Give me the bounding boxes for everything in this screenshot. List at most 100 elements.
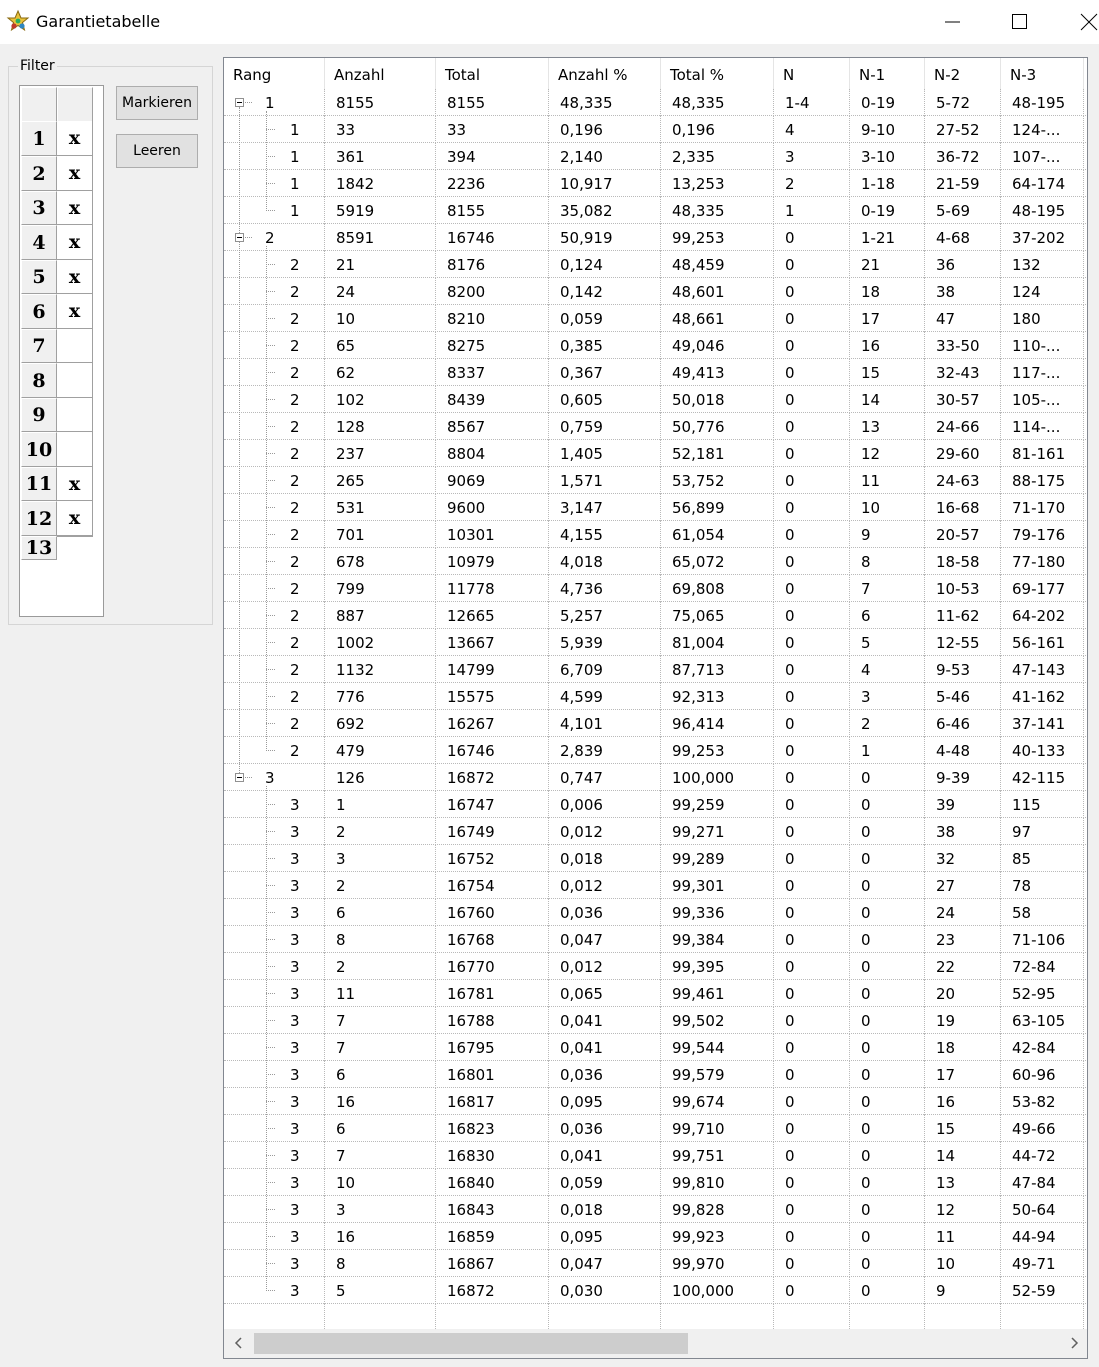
column-header[interactable]: N — [774, 58, 850, 91]
column-header[interactable]: Total — [436, 58, 549, 91]
column-header[interactable]: N-1 — [850, 58, 925, 91]
filter-row-mark[interactable]: x — [57, 467, 93, 501]
minimize-button[interactable] — [928, 0, 974, 44]
maximize-button[interactable] — [996, 0, 1042, 44]
column-header[interactable]: N-3 — [1001, 58, 1084, 91]
table-row[interactable]: 2 265 9069 1,571 53,752 0 11 24-63 88-175 — [224, 467, 1087, 494]
table-row[interactable]: 3 2 16749 0,012 99,271 0 0 38 97 — [224, 818, 1087, 845]
column-header[interactable]: Anzahl % — [549, 58, 661, 91]
filter-row-mark[interactable]: x — [57, 156, 93, 191]
scroll-right-icon[interactable] — [1066, 1335, 1082, 1351]
table-row[interactable]: 2 479 16746 2,839 99,253 0 1 4-48 40-133 — [224, 737, 1087, 764]
table-row[interactable]: 3 2 16770 0,012 99,395 0 0 22 72-84 — [224, 953, 1087, 980]
table-row[interactable]: 2 62 8337 0,367 49,413 0 15 32-43 117-... — [224, 359, 1087, 386]
table-row[interactable]: 2 887 12665 5,257 75,065 0 6 11-62 64-202 — [224, 602, 1087, 629]
filter-row-number[interactable]: 1 — [21, 121, 57, 156]
guarantee-table[interactable]: Rang Anzahl Total Anzahl % Total % N N-1 N-2 N-3… — [223, 57, 1088, 1359]
table-row[interactable]: 3 6 16801 0,036 99,579 0 0 17 60-96 — [224, 1061, 1087, 1088]
column-header[interactable]: Rang — [224, 58, 325, 91]
scrollbar-thumb[interactable] — [254, 1333, 688, 1354]
table-row[interactable]: 3 16 16859 0,095 99,923 0 0 11 44-94 — [224, 1223, 1087, 1250]
filter-row-number[interactable]: 2 — [21, 156, 57, 191]
table-row[interactable]: 2 799 11778 4,736 69,808 0 7 10-53 69-177 — [224, 575, 1087, 602]
table-row[interactable]: 2 10 8210 0,059 48,661 0 17 47 180 — [224, 305, 1087, 332]
filter-row-number[interactable]: 8 — [21, 363, 57, 398]
table-row[interactable]: 1 1842 2236 10,917 13,253 2 1-18 21-59 64-174 — [224, 170, 1087, 197]
filter-row-mark[interactable] — [57, 398, 93, 432]
table-row[interactable]: 3 16 16817 0,095 99,674 0 0 16 53-82 — [224, 1088, 1087, 1115]
table-row[interactable]: 3 8 16867 0,047 99,970 0 0 10 49-71 — [224, 1250, 1087, 1277]
table-row[interactable]: 2 65 8275 0,385 49,046 0 16 33-50 110-... — [224, 332, 1087, 359]
column-header[interactable]: Total % — [661, 58, 774, 91]
table-row[interactable]: 2 21 8176 0,124 48,459 0 21 36 132 — [224, 251, 1087, 278]
table-row[interactable]: 3 6 16823 0,036 99,710 0 0 15 49-66 — [224, 1115, 1087, 1142]
clear-button[interactable]: Leeren — [116, 134, 198, 168]
table-row[interactable]: 2 701 10301 4,155 61,054 0 9 20-57 79-176 — [224, 521, 1087, 548]
table-row[interactable]: 3 3 16843 0,018 99,828 0 0 12 50-64 — [224, 1196, 1087, 1223]
table-row[interactable]: 2 692 16267 4,101 96,414 0 2 6-46 37-141 — [224, 710, 1087, 737]
filter-row-number[interactable]: 9 — [21, 398, 57, 432]
table-row[interactable]: 3 10 16840 0,059 99,810 0 0 13 47-84 — [224, 1169, 1087, 1196]
filter-row-number[interactable]: 5 — [21, 260, 57, 294]
table-row[interactable]: 1 361 394 2,140 2,335 3 3-10 36-72 107-... — [224, 143, 1087, 170]
table-row[interactable]: 3 2 16754 0,012 99,301 0 0 27 78 — [224, 872, 1087, 899]
horizontal-scrollbar[interactable] — [224, 1329, 1087, 1358]
rang-label: 2 — [290, 391, 300, 409]
close-button[interactable] — [1066, 0, 1099, 44]
table-row[interactable]: 2 237 8804 1,405 52,181 0 12 29-60 81-161 — [224, 440, 1087, 467]
table-group-row[interactable]: 3 126 16872 0,747 100,000 0 0 9-39 42-115 — [224, 764, 1087, 791]
table-row[interactable]: 3 5 16872 0,030 100,000 0 0 9 52-59 — [224, 1277, 1087, 1304]
collapse-toggle-icon[interactable] — [235, 98, 244, 107]
filter-row-mark[interactable] — [57, 536, 93, 537]
scroll-left-icon[interactable] — [231, 1335, 247, 1351]
filter-row-mark[interactable]: x — [57, 260, 93, 294]
column-header[interactable]: N-2 — [925, 58, 1001, 91]
table-row[interactable]: 3 7 16788 0,041 99,502 0 0 19 63-105 — [224, 1007, 1087, 1034]
collapse-toggle-icon[interactable] — [235, 773, 244, 782]
filter-row-mark[interactable] — [57, 329, 93, 363]
filter-row-mark[interactable] — [57, 363, 93, 398]
filter-row-mark[interactable]: x — [57, 225, 93, 260]
table-cell: 23 — [925, 926, 1001, 953]
filter-row-number[interactable]: 7 — [21, 329, 57, 363]
filter-row-mark[interactable] — [57, 432, 93, 467]
column-header[interactable] — [1084, 58, 1087, 91]
filter-row-mark[interactable]: x — [57, 121, 93, 156]
filter-row-number[interactable]: 12 — [21, 501, 57, 536]
filter-row-number[interactable]: 13 — [21, 536, 57, 560]
table-row[interactable]: 2 531 9600 3,147 56,899 0 10 16-68 71-170 — [224, 494, 1087, 521]
table-row[interactable]: 2 1132 14799 6,709 87,713 0 4 9-53 47-143 — [224, 656, 1087, 683]
column-header[interactable]: Anzahl — [325, 58, 436, 91]
table-group-row[interactable]: 1 8155 8155 48,335 48,335 1-4 0-19 5-72 48-195 — [224, 89, 1087, 116]
table-row[interactable]: 3 7 16795 0,041 99,544 0 0 18 42-84 — [224, 1034, 1087, 1061]
filter-row-number[interactable]: 10 — [21, 432, 57, 467]
table-row[interactable]: 3 1 16747 0,006 99,259 0 0 39 115 — [224, 791, 1087, 818]
table-cell: 4,155 — [549, 521, 661, 548]
table-cell: 24 — [925, 899, 1001, 926]
filter-row-number[interactable]: 4 — [21, 225, 57, 260]
filter-row-mark[interactable]: x — [57, 501, 93, 536]
filter-row-number[interactable]: 6 — [21, 294, 57, 329]
table-row[interactable]: 2 1002 13667 5,939 81,004 0 5 12-55 56-161 — [224, 629, 1087, 656]
table-row[interactable]: 3 7 16830 0,041 99,751 0 0 14 44-72 — [224, 1142, 1087, 1169]
table-cell: 58 — [1001, 899, 1084, 926]
table-row[interactable]: 2 102 8439 0,605 50,018 0 14 30-57 105-... — [224, 386, 1087, 413]
filter-row-number[interactable]: 11 — [21, 467, 57, 501]
filter-row-number[interactable]: 3 — [21, 191, 57, 225]
table-row[interactable]: 1 5919 8155 35,082 48,335 1 0-19 5-69 48-195 — [224, 197, 1087, 224]
table-row[interactable]: 2 128 8567 0,759 50,776 0 13 24-66 114-... — [224, 413, 1087, 440]
table-row[interactable]: 3 6 16760 0,036 99,336 0 0 24 58 — [224, 899, 1087, 926]
table-row[interactable]: 2 776 15575 4,599 92,313 0 3 5-46 41-162 — [224, 683, 1087, 710]
table-row[interactable]: 2 678 10979 4,018 65,072 0 8 18-58 77-180 — [224, 548, 1087, 575]
filter-grid[interactable]: 1 x 2 x 3 x 4 x 5 x 6 x 7 8 9 10 11 x 12 x 13 — [19, 85, 104, 617]
table-group-row[interactable]: 2 8591 16746 50,919 99,253 0 1-21 4-68 37-202 — [224, 224, 1087, 251]
table-row[interactable]: 2 24 8200 0,142 48,601 0 18 38 124 — [224, 278, 1087, 305]
table-row[interactable]: 1 33 33 0,196 0,196 4 9-10 27-52 124-... — [224, 116, 1087, 143]
mark-button[interactable]: Markieren — [116, 86, 198, 120]
table-row[interactable]: 3 8 16768 0,047 99,384 0 0 23 71-106 — [224, 926, 1087, 953]
table-row[interactable]: 3 3 16752 0,018 99,289 0 0 32 85 — [224, 845, 1087, 872]
table-row[interactable]: 3 11 16781 0,065 99,461 0 0 20 52-95 — [224, 980, 1087, 1007]
filter-row-mark[interactable]: x — [57, 191, 93, 225]
filter-row-mark[interactable]: x — [57, 294, 93, 329]
collapse-toggle-icon[interactable] — [235, 233, 244, 242]
